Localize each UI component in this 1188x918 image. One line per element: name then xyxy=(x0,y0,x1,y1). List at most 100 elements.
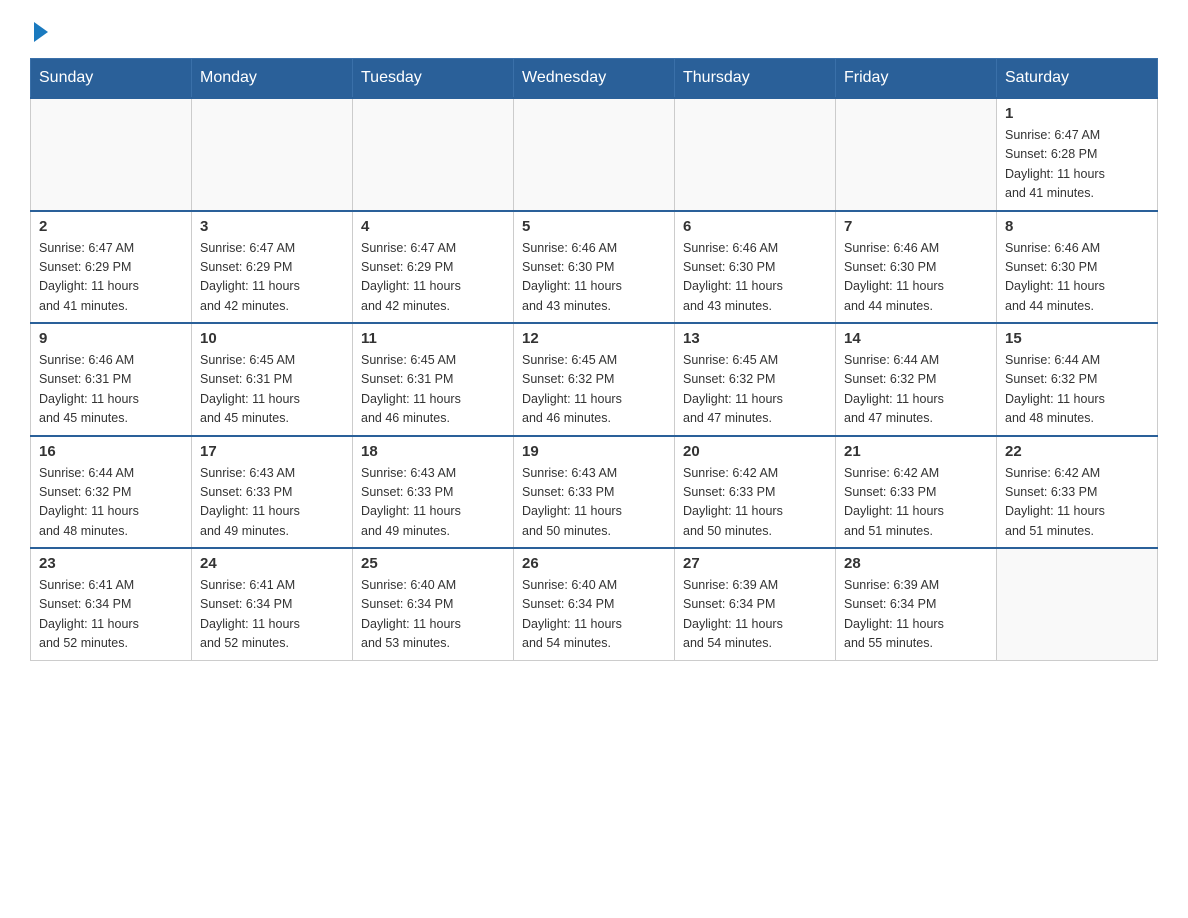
day-number: 14 xyxy=(844,330,988,347)
calendar-cell: 23 Sunrise: 6:41 AM Sunset: 6:34 PM Dayli… xyxy=(31,548,192,660)
day-number: 17 xyxy=(200,443,344,460)
day-number: 18 xyxy=(361,443,505,460)
calendar-header-row: SundayMondayTuesdayWednesdayThursdayFrid… xyxy=(31,59,1158,99)
calendar-cell: 4 Sunrise: 6:47 AM Sunset: 6:29 PM Daylig… xyxy=(353,211,514,324)
calendar-cell: 18 Sunrise: 6:43 AM Sunset: 6:33 PM Dayli… xyxy=(353,436,514,549)
day-info: Sunrise: 6:42 AM Sunset: 6:33 PM Dayligh… xyxy=(683,464,827,542)
day-number: 11 xyxy=(361,330,505,347)
weekday-header-monday: Monday xyxy=(192,59,353,99)
page-header xyxy=(30,20,1158,38)
day-info: Sunrise: 6:43 AM Sunset: 6:33 PM Dayligh… xyxy=(200,464,344,542)
weekday-header-saturday: Saturday xyxy=(997,59,1158,99)
calendar-cell: 17 Sunrise: 6:43 AM Sunset: 6:33 PM Dayli… xyxy=(192,436,353,549)
calendar-cell: 8 Sunrise: 6:46 AM Sunset: 6:30 PM Daylig… xyxy=(997,211,1158,324)
day-number: 5 xyxy=(522,218,666,235)
day-info: Sunrise: 6:44 AM Sunset: 6:32 PM Dayligh… xyxy=(844,351,988,429)
day-info: Sunrise: 6:41 AM Sunset: 6:34 PM Dayligh… xyxy=(39,576,183,654)
calendar-cell xyxy=(353,98,514,211)
day-number: 23 xyxy=(39,555,183,572)
calendar-cell: 3 Sunrise: 6:47 AM Sunset: 6:29 PM Daylig… xyxy=(192,211,353,324)
calendar-cell: 12Sunrise: 6:45 AM Sunset: 6:32 PM Dayli… xyxy=(514,323,675,436)
day-number: 27 xyxy=(683,555,827,572)
day-number: 12 xyxy=(522,330,666,347)
weekday-header-wednesday: Wednesday xyxy=(514,59,675,99)
day-info: Sunrise: 6:41 AM Sunset: 6:34 PM Dayligh… xyxy=(200,576,344,654)
calendar-week-1: 1 Sunrise: 6:47 AM Sunset: 6:28 PM Daylig… xyxy=(31,98,1158,211)
day-info: Sunrise: 6:47 AM Sunset: 6:29 PM Dayligh… xyxy=(39,239,183,317)
day-info: Sunrise: 6:42 AM Sunset: 6:33 PM Dayligh… xyxy=(1005,464,1149,542)
day-number: 4 xyxy=(361,218,505,235)
day-number: 9 xyxy=(39,330,183,347)
day-number: 22 xyxy=(1005,443,1149,460)
day-info: Sunrise: 6:47 AM Sunset: 6:28 PM Dayligh… xyxy=(1005,126,1149,204)
weekday-header-tuesday: Tuesday xyxy=(353,59,514,99)
day-number: 20 xyxy=(683,443,827,460)
calendar-cell: 14 Sunrise: 6:44 AM Sunset: 6:32 PM Dayli… xyxy=(836,323,997,436)
calendar-cell: 22 Sunrise: 6:42 AM Sunset: 6:33 PM Dayli… xyxy=(997,436,1158,549)
calendar-week-2: 2 Sunrise: 6:47 AM Sunset: 6:29 PM Daylig… xyxy=(31,211,1158,324)
calendar-cell: 6 Sunrise: 6:46 AM Sunset: 6:30 PM Daylig… xyxy=(675,211,836,324)
day-info: Sunrise: 6:46 AM Sunset: 6:30 PM Dayligh… xyxy=(683,239,827,317)
calendar-table: SundayMondayTuesdayWednesdayThursdayFrid… xyxy=(30,58,1158,661)
day-number: 3 xyxy=(200,218,344,235)
calendar-cell: 13 Sunrise: 6:45 AM Sunset: 6:32 PM Dayli… xyxy=(675,323,836,436)
calendar-cell: 25 Sunrise: 6:40 AM Sunset: 6:34 PM Dayli… xyxy=(353,548,514,660)
calendar-cell: 11 Sunrise: 6:45 AM Sunset: 6:31 PM Dayli… xyxy=(353,323,514,436)
weekday-header-thursday: Thursday xyxy=(675,59,836,99)
day-info: Sunrise: 6:46 AM Sunset: 6:30 PM Dayligh… xyxy=(522,239,666,317)
day-number: 19 xyxy=(522,443,666,460)
day-info: Sunrise: 6:45 AM Sunset: 6:31 PM Dayligh… xyxy=(200,351,344,429)
calendar-cell: 10Sunrise: 6:45 AM Sunset: 6:31 PM Dayli… xyxy=(192,323,353,436)
calendar-cell: 16 Sunrise: 6:44 AM Sunset: 6:32 PM Dayli… xyxy=(31,436,192,549)
day-info: Sunrise: 6:45 AM Sunset: 6:32 PM Dayligh… xyxy=(683,351,827,429)
calendar-cell: 2 Sunrise: 6:47 AM Sunset: 6:29 PM Daylig… xyxy=(31,211,192,324)
day-number: 24 xyxy=(200,555,344,572)
calendar-week-5: 23 Sunrise: 6:41 AM Sunset: 6:34 PM Dayli… xyxy=(31,548,1158,660)
calendar-cell: 1 Sunrise: 6:47 AM Sunset: 6:28 PM Daylig… xyxy=(997,98,1158,211)
day-info: Sunrise: 6:45 AM Sunset: 6:31 PM Dayligh… xyxy=(361,351,505,429)
day-info: Sunrise: 6:39 AM Sunset: 6:34 PM Dayligh… xyxy=(683,576,827,654)
day-info: Sunrise: 6:47 AM Sunset: 6:29 PM Dayligh… xyxy=(200,239,344,317)
calendar-cell xyxy=(836,98,997,211)
day-info: Sunrise: 6:39 AM Sunset: 6:34 PM Dayligh… xyxy=(844,576,988,654)
calendar-cell xyxy=(514,98,675,211)
calendar-cell: 28Sunrise: 6:39 AM Sunset: 6:34 PM Dayli… xyxy=(836,548,997,660)
weekday-header-sunday: Sunday xyxy=(31,59,192,99)
calendar-week-4: 16 Sunrise: 6:44 AM Sunset: 6:32 PM Dayli… xyxy=(31,436,1158,549)
calendar-cell: 24 Sunrise: 6:41 AM Sunset: 6:34 PM Dayli… xyxy=(192,548,353,660)
day-info: Sunrise: 6:46 AM Sunset: 6:30 PM Dayligh… xyxy=(844,239,988,317)
calendar-cell xyxy=(31,98,192,211)
day-number: 21 xyxy=(844,443,988,460)
day-number: 1 xyxy=(1005,105,1149,122)
calendar-cell: 5 Sunrise: 6:46 AM Sunset: 6:30 PM Daylig… xyxy=(514,211,675,324)
calendar-cell: 7Sunrise: 6:46 AM Sunset: 6:30 PM Daylig… xyxy=(836,211,997,324)
calendar-cell: 15Sunrise: 6:44 AM Sunset: 6:32 PM Dayli… xyxy=(997,323,1158,436)
day-info: Sunrise: 6:40 AM Sunset: 6:34 PM Dayligh… xyxy=(522,576,666,654)
day-number: 2 xyxy=(39,218,183,235)
calendar-cell: 26 Sunrise: 6:40 AM Sunset: 6:34 PM Dayli… xyxy=(514,548,675,660)
day-number: 13 xyxy=(683,330,827,347)
day-info: Sunrise: 6:43 AM Sunset: 6:33 PM Dayligh… xyxy=(361,464,505,542)
day-info: Sunrise: 6:46 AM Sunset: 6:31 PM Dayligh… xyxy=(39,351,183,429)
day-info: Sunrise: 6:44 AM Sunset: 6:32 PM Dayligh… xyxy=(1005,351,1149,429)
day-number: 26 xyxy=(522,555,666,572)
weekday-header-friday: Friday xyxy=(836,59,997,99)
calendar-cell xyxy=(192,98,353,211)
calendar-cell xyxy=(997,548,1158,660)
day-number: 8 xyxy=(1005,218,1149,235)
day-info: Sunrise: 6:42 AM Sunset: 6:33 PM Dayligh… xyxy=(844,464,988,542)
calendar-week-3: 9 Sunrise: 6:46 AM Sunset: 6:31 PM Daylig… xyxy=(31,323,1158,436)
day-info: Sunrise: 6:43 AM Sunset: 6:33 PM Dayligh… xyxy=(522,464,666,542)
day-info: Sunrise: 6:46 AM Sunset: 6:30 PM Dayligh… xyxy=(1005,239,1149,317)
logo-arrow-icon xyxy=(34,22,48,42)
day-info: Sunrise: 6:47 AM Sunset: 6:29 PM Dayligh… xyxy=(361,239,505,317)
calendar-cell: 20 Sunrise: 6:42 AM Sunset: 6:33 PM Dayli… xyxy=(675,436,836,549)
day-number: 25 xyxy=(361,555,505,572)
day-number: 16 xyxy=(39,443,183,460)
calendar-cell: 27 Sunrise: 6:39 AM Sunset: 6:34 PM Dayli… xyxy=(675,548,836,660)
logo xyxy=(30,20,48,38)
day-info: Sunrise: 6:40 AM Sunset: 6:34 PM Dayligh… xyxy=(361,576,505,654)
day-info: Sunrise: 6:44 AM Sunset: 6:32 PM Dayligh… xyxy=(39,464,183,542)
calendar-cell: 21 Sunrise: 6:42 AM Sunset: 6:33 PM Dayli… xyxy=(836,436,997,549)
day-number: 6 xyxy=(683,218,827,235)
